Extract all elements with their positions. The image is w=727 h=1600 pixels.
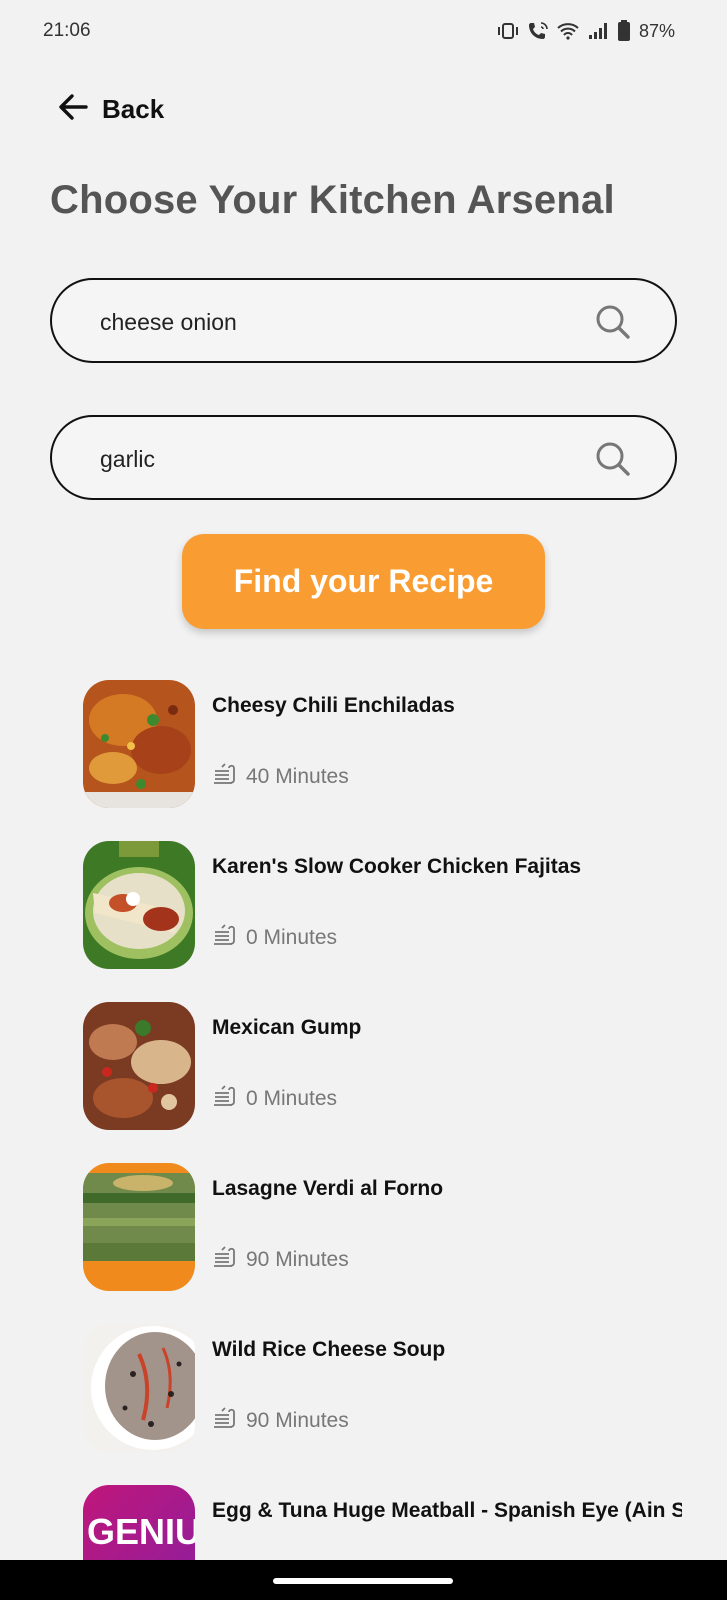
recipe-item[interactable]: Lasagne Verdi al Forno 90 Minutes [83,1163,683,1324]
recipe-item[interactable]: Wild Rice Cheese Soup 90 Minutes [83,1324,683,1485]
ingredient-input-1[interactable] [100,302,580,342]
wifi-call-icon [527,21,549,41]
recipe-time: 40 Minutes [212,762,349,791]
recipe-search-screen: 21:06 87% Back Choose Your Kitchen Arsen… [0,0,727,1600]
battery-percent: 87% [638,20,675,41]
recipe-thumbnail-fajitas [83,841,195,969]
recipe-title: Karen's Slow Cooker Chicken Fajitas [212,855,582,878]
recipe-time-text: 40 Minutes [246,764,349,788]
recipe-title: Cheesy Chili Enchiladas [212,694,455,717]
recipe-time-text: 90 Minutes [246,1408,349,1432]
recipe-thumbnail-mexican-gump [83,1002,195,1130]
find-recipe-button[interactable]: Find your Recipe [182,534,545,629]
search-icon[interactable] [595,304,631,345]
cooking-time-icon [212,1245,238,1274]
arrow-left-icon [58,94,88,125]
recipe-time-text: 0 Minutes [246,925,338,949]
recipe-list: Cheesy Chili Enchiladas 40 Minutes Karen… [83,680,683,1600]
recipe-item[interactable]: Karen's Slow Cooker Chicken Fajitas 0 Mi… [83,841,683,1002]
ingredient-input-2[interactable] [100,439,580,479]
recipe-time-text: 90 Minutes [246,1247,349,1271]
recipe-time: 0 Minutes [212,1084,337,1113]
status-icons: 87% [497,20,675,42]
recipe-title: Lasagne Verdi al Forno [212,1177,444,1200]
cooking-time-icon [212,1406,238,1435]
recipe-time-text: 0 Minutes [246,1086,338,1110]
recipe-item[interactable]: Cheesy Chili Enchiladas 40 Minutes [83,680,683,841]
recipe-thumbnail-rice-soup [83,1324,195,1452]
back-button[interactable]: Back [58,94,164,125]
cooking-time-icon [212,1084,238,1113]
recipe-time: 90 Minutes [212,1406,349,1435]
thumbnail-brand-text: GENIU [87,1511,195,1552]
status-bar: 21:06 87% [0,0,727,64]
cooking-time-icon [212,923,238,952]
signal-icon [587,22,609,40]
recipe-item[interactable]: Mexican Gump 0 Minutes [83,1002,683,1163]
recipe-thumbnail-lasagne [83,1163,195,1291]
recipe-time: 90 Minutes [212,1245,349,1274]
home-gesture-handle[interactable] [273,1578,453,1584]
ingredient-search-field-1[interactable] [50,278,677,363]
vibrate-icon [497,22,519,40]
recipe-title: Mexican Gump [212,1016,362,1039]
search-icon[interactable] [595,441,631,482]
cooking-time-icon [212,762,238,791]
page-title: Choose Your Kitchen Arsenal [50,178,615,222]
recipe-title: Egg & Tuna Huge Meatball - Spanish Eye (… [212,1499,682,1522]
ingredient-search-field-2[interactable] [50,415,677,500]
battery-icon [617,20,631,42]
back-label: Back [102,94,165,124]
recipe-thumbnail-enchiladas [83,680,195,808]
recipe-time: 0 Minutes [212,923,337,952]
recipe-title: Wild Rice Cheese Soup [212,1338,446,1361]
status-time: 21:06 [43,20,91,41]
wifi-icon [557,22,579,40]
